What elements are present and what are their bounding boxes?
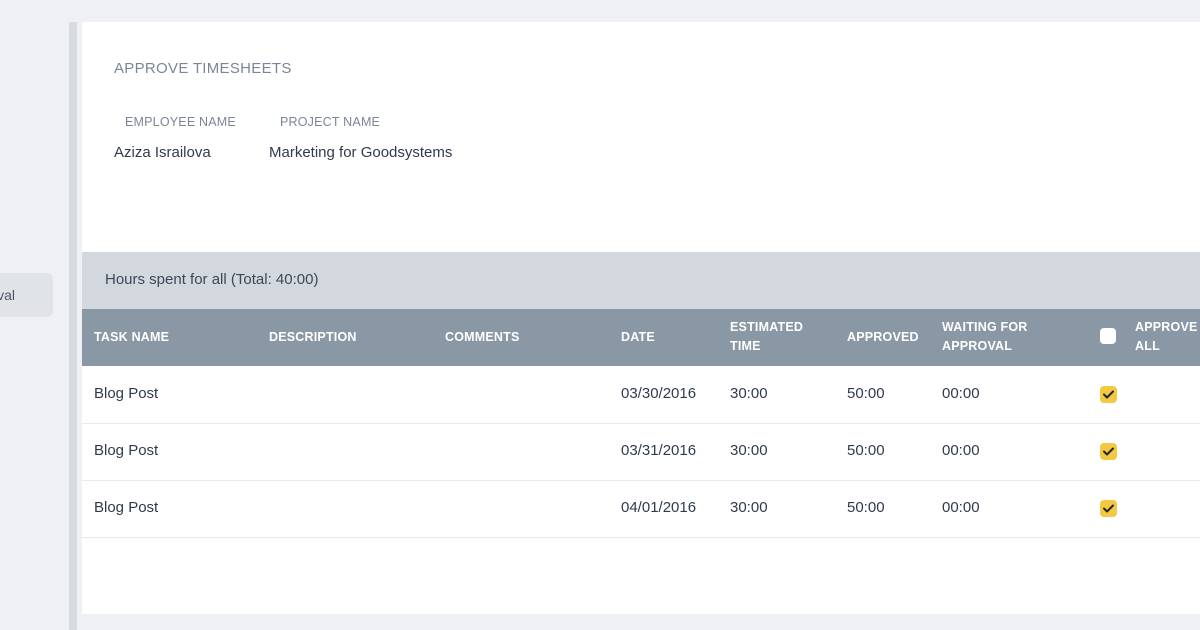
- col-estimated-line1: ESTIMATED: [730, 320, 804, 334]
- approved-cell: 50:00: [847, 499, 885, 516]
- task-name-cell: Blog Post: [94, 385, 159, 402]
- employee-name-value: Aziza Israilova: [114, 144, 211, 161]
- sidebar-item-label: val: [0, 287, 15, 303]
- date-cell: 04/01/2016: [621, 499, 697, 516]
- col-approved: APPROVED: [847, 330, 919, 344]
- waiting-cell: 00:00: [942, 385, 980, 402]
- check-icon: [1103, 447, 1114, 456]
- sidebar-item-approval[interactable]: val: [0, 273, 53, 317]
- panel-divider: [69, 22, 77, 630]
- row-approve-checkbox[interactable]: [1100, 443, 1117, 460]
- col-comments: COMMENTS: [445, 330, 520, 344]
- page-title: APPROVE TIMESHEETS: [114, 60, 292, 77]
- table-header: TASK NAME DESCRIPTION COMMENTS DATE ESTI…: [82, 309, 1200, 366]
- col-estimated-time: ESTIMATED TIME: [730, 318, 803, 356]
- row-approve-checkbox[interactable]: [1100, 386, 1117, 403]
- table-row: Blog Post 03/31/2016 30:00 50:00 00:00: [82, 423, 1200, 481]
- col-approve-all-line2: ALL: [1135, 339, 1160, 353]
- col-description: DESCRIPTION: [269, 330, 357, 344]
- date-cell: 03/31/2016: [621, 442, 697, 459]
- approved-cell: 50:00: [847, 385, 885, 402]
- table-row: Blog Post 04/01/2016 30:00 50:00 00:00: [82, 480, 1200, 538]
- col-waiting-line1: WAITING FOR: [942, 320, 1028, 334]
- col-approve-all: APPROVE ALL: [1135, 318, 1198, 356]
- estimated-time-cell: 30:00: [730, 442, 768, 459]
- col-waiting-line2: APPROVAL: [942, 339, 1013, 353]
- task-name-cell: Blog Post: [94, 499, 159, 516]
- hours-summary-bar: Hours spent for all (Total: 40:00): [82, 252, 1200, 309]
- project-name-value: Marketing for Goodsystems: [269, 144, 453, 161]
- col-waiting-for-approval: WAITING FOR APPROVAL: [942, 318, 1028, 356]
- estimated-time-cell: 30:00: [730, 385, 768, 402]
- row-approve-checkbox[interactable]: [1100, 500, 1117, 517]
- check-icon: [1103, 390, 1114, 399]
- check-icon: [1103, 504, 1114, 513]
- employee-name-label: EMPLOYEE NAME: [125, 115, 236, 129]
- approve-all-checkbox[interactable]: [1100, 328, 1116, 344]
- approved-cell: 50:00: [847, 442, 885, 459]
- estimated-time-cell: 30:00: [730, 499, 768, 516]
- hours-summary-text: Hours spent for all (Total: 40:00): [105, 271, 319, 288]
- approve-timesheets-panel: APPROVE TIMESHEETS EMPLOYEE NAME Aziza I…: [82, 22, 1200, 614]
- col-task-name: TASK NAME: [94, 330, 170, 344]
- col-approve-all-line1: APPROVE: [1135, 320, 1198, 334]
- waiting-cell: 00:00: [942, 442, 980, 459]
- date-cell: 03/30/2016: [621, 385, 697, 402]
- task-name-cell: Blog Post: [94, 442, 159, 459]
- project-name-label: PROJECT NAME: [280, 115, 381, 129]
- table-row: Blog Post 03/30/2016 30:00 50:00 00:00: [82, 366, 1200, 424]
- col-estimated-line2: TIME: [730, 339, 761, 353]
- col-date: DATE: [621, 330, 655, 344]
- waiting-cell: 00:00: [942, 499, 980, 516]
